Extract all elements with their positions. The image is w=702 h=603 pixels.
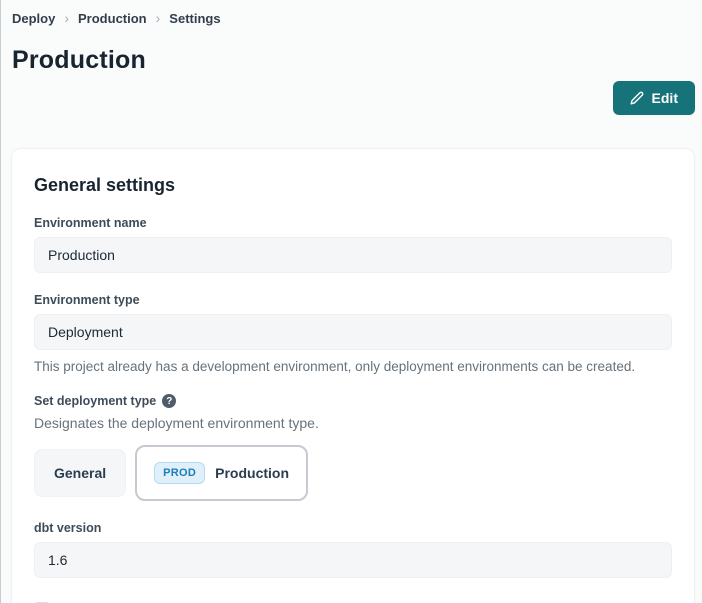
page-title: Production: [12, 46, 702, 75]
environment-name-label: Environment name: [34, 216, 672, 230]
deployment-type-option-production[interactable]: PROD Production: [135, 445, 308, 501]
environment-type-label: Environment type: [34, 293, 672, 307]
breadcrumb-settings[interactable]: Settings: [169, 11, 220, 26]
action-row: Edit: [1, 81, 702, 115]
option-production-label: Production: [215, 465, 289, 481]
breadcrumb-deploy[interactable]: Deploy: [12, 11, 55, 26]
environment-type-input[interactable]: [34, 314, 672, 350]
chevron-right-icon: ›: [64, 11, 69, 25]
option-general-label: General: [54, 465, 106, 481]
environment-name-input[interactable]: [34, 237, 672, 273]
chevron-right-icon: ›: [156, 11, 161, 25]
question-mark-icon[interactable]: ?: [162, 394, 176, 408]
breadcrumb-production[interactable]: Production: [78, 11, 147, 26]
deployment-type-description: Designates the deployment environment ty…: [34, 415, 672, 431]
general-settings-heading: General settings: [34, 175, 672, 196]
pencil-icon: [630, 91, 644, 105]
environment-type-helper: This project already has a development e…: [34, 359, 672, 374]
edit-button[interactable]: Edit: [613, 81, 695, 115]
breadcrumb: Deploy › Production › Settings: [1, 0, 702, 26]
deployment-type-option-general[interactable]: General: [34, 449, 126, 497]
deployment-type-label-row: Set deployment type ?: [34, 394, 672, 408]
dbt-version-label: dbt version: [34, 521, 672, 535]
dbt-version-input[interactable]: [34, 542, 672, 578]
deployment-type-options: General PROD Production: [34, 445, 672, 501]
edit-button-label: Edit: [652, 90, 678, 106]
prod-badge: PROD: [154, 462, 205, 484]
deployment-type-label: Set deployment type: [34, 394, 156, 408]
general-settings-card: General settings Environment name Enviro…: [11, 148, 695, 603]
